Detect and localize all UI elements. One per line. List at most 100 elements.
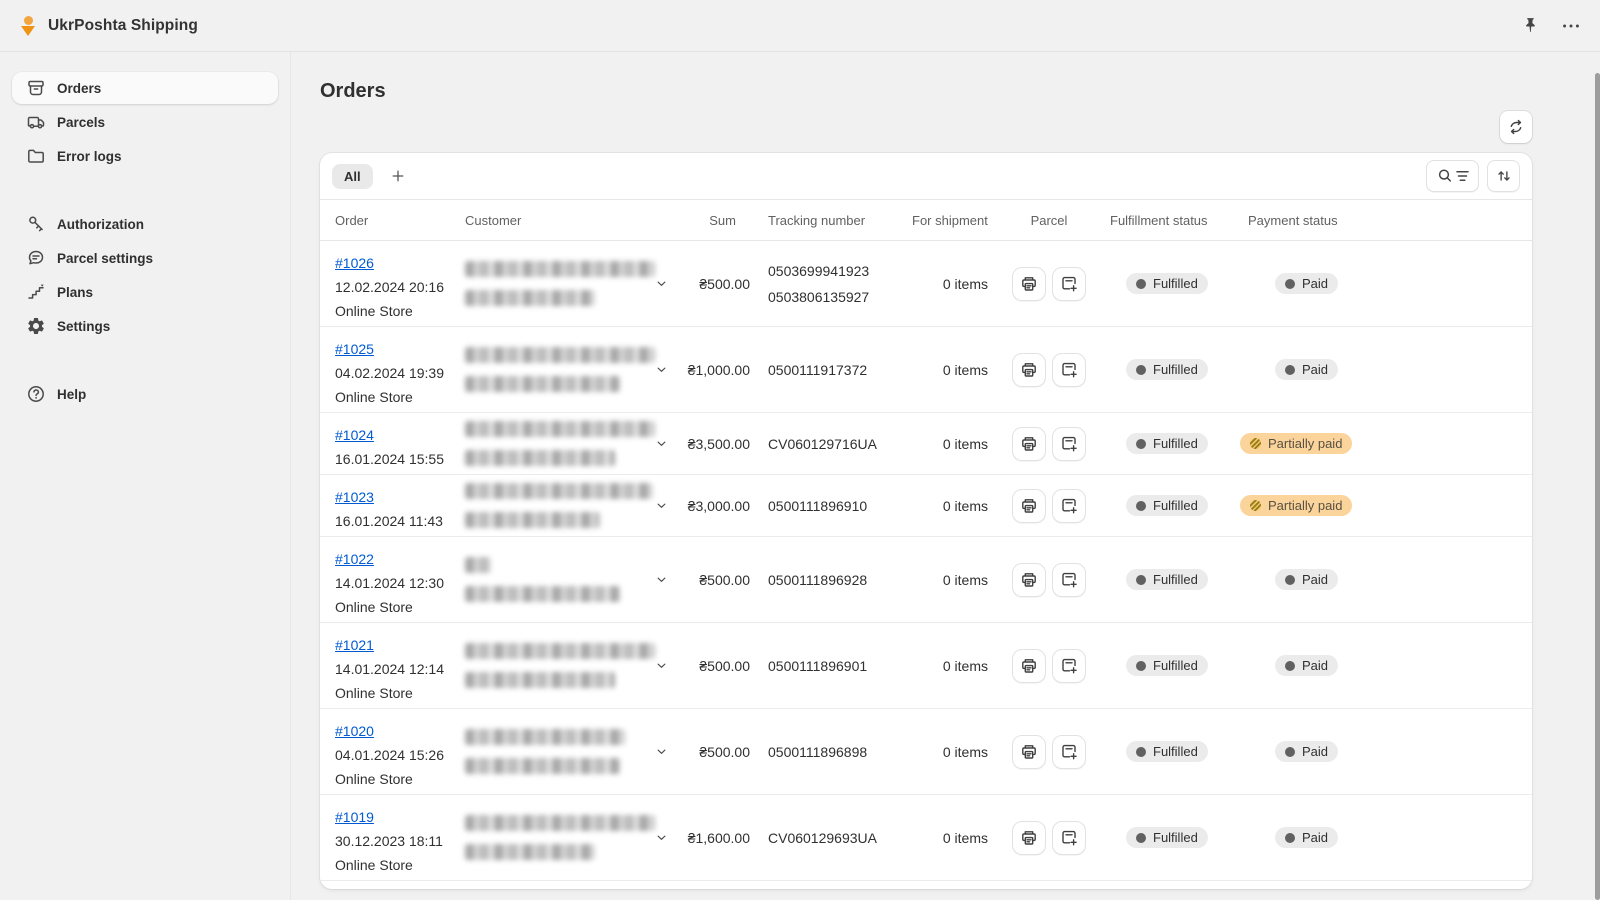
- printer-icon: [1019, 656, 1039, 676]
- order-channel: Online Store: [335, 299, 465, 323]
- order-number-link[interactable]: #1025: [335, 341, 374, 357]
- sidebar-item-authorization[interactable]: Authorization: [12, 208, 278, 240]
- sidebar-item-label: Authorization: [57, 217, 144, 232]
- topbar: UkrPoshta Shipping: [0, 0, 1600, 52]
- sidebar-item-orders[interactable]: Orders: [12, 72, 278, 104]
- sidebar-item-label: Settings: [57, 319, 110, 334]
- print-label-button[interactable]: [1012, 563, 1046, 597]
- print-label-button[interactable]: [1012, 489, 1046, 523]
- create-parcel-button[interactable]: [1052, 489, 1086, 523]
- column-header-tracking: Tracking number: [750, 213, 912, 228]
- pin-icon[interactable]: [1521, 16, 1540, 35]
- order-number-link[interactable]: #1019: [335, 809, 374, 825]
- print-label-button[interactable]: [1012, 649, 1046, 683]
- create-parcel-button[interactable]: [1052, 353, 1086, 387]
- sum-cell: ₴1,600.00: [675, 830, 750, 846]
- fulfillment-status-label: Fulfilled: [1153, 658, 1198, 673]
- customer-phone-blurred: [465, 758, 620, 774]
- page-scrollbar[interactable]: [1595, 73, 1600, 900]
- order-cell: #1019 30.12.2023 18:11 Online Store: [335, 795, 465, 877]
- add-label-icon: [1059, 828, 1079, 848]
- search-and-filter-button[interactable]: [1426, 160, 1479, 192]
- print-label-button[interactable]: [1012, 427, 1046, 461]
- order-date: 14.01.2024 12:30: [335, 571, 465, 595]
- payment-status-cell: Paid: [1240, 655, 1532, 676]
- order-channel: Online Store: [335, 385, 465, 409]
- page-title: Orders: [320, 80, 1532, 103]
- chevron-down-icon[interactable]: [654, 362, 669, 377]
- print-label-button[interactable]: [1012, 353, 1046, 387]
- sidebar-item-settings[interactable]: Settings: [12, 310, 278, 342]
- for-shipment-cell: 0 items: [912, 658, 988, 674]
- status-dot-icon: [1285, 747, 1295, 757]
- customer-name-blurred: [465, 729, 625, 745]
- table-row: #1019 30.12.2023 18:11 Online Store ₴1,6…: [320, 795, 1532, 881]
- status-dot-icon: [1136, 501, 1146, 511]
- customer-name-blurred: [465, 643, 655, 659]
- fulfillment-status-badge: Fulfilled: [1126, 569, 1208, 590]
- payment-status-badge: Paid: [1275, 741, 1338, 762]
- tracking-number-cell: CV060129716UA: [750, 436, 912, 452]
- order-number-link[interactable]: #1023: [335, 489, 374, 505]
- chevron-down-icon[interactable]: [654, 830, 669, 845]
- status-dot-icon: [1285, 833, 1295, 843]
- order-number-link[interactable]: #1021: [335, 637, 374, 653]
- order-number-link[interactable]: #1022: [335, 551, 374, 567]
- printer-icon: [1019, 434, 1039, 454]
- fulfillment-status-cell: Fulfilled: [1110, 655, 1240, 676]
- sidebar-item-label: Plans: [57, 285, 93, 300]
- tracking-number-cell: 0500111896898: [750, 744, 912, 760]
- customer-name-blurred: [465, 815, 655, 831]
- fulfillment-status-cell: Fulfilled: [1110, 741, 1240, 762]
- tab-all[interactable]: All: [332, 164, 373, 189]
- customer-name-blurred: [465, 557, 491, 573]
- create-parcel-button[interactable]: [1052, 563, 1086, 597]
- create-parcel-button[interactable]: [1052, 267, 1086, 301]
- payment-status-label: Paid: [1302, 658, 1328, 673]
- add-label-icon: [1059, 274, 1079, 294]
- create-parcel-button[interactable]: [1052, 427, 1086, 461]
- customer-phone-blurred: [465, 844, 595, 860]
- add-label-icon: [1059, 496, 1079, 516]
- sum-cell: ₴500.00: [675, 744, 750, 760]
- sidebar-item-label: Parcels: [57, 115, 105, 130]
- payment-status-label: Paid: [1302, 744, 1328, 759]
- sidebar-item-help[interactable]: Help: [12, 378, 278, 410]
- print-label-button[interactable]: [1012, 735, 1046, 769]
- table-row: #1023 16.01.2024 11:43 ₴3,000.00 0500111…: [320, 475, 1532, 537]
- chevron-down-icon[interactable]: [654, 276, 669, 291]
- sidebar-item-parcel-settings[interactable]: Parcel settings: [12, 242, 278, 274]
- order-channel: Online Store: [335, 681, 465, 705]
- status-dot-icon: [1136, 365, 1146, 375]
- fulfillment-status-label: Fulfilled: [1153, 276, 1198, 291]
- sidebar-item-plans[interactable]: Plans: [12, 276, 278, 308]
- printer-icon: [1019, 742, 1039, 762]
- chevron-down-icon[interactable]: [654, 744, 669, 759]
- order-number-link[interactable]: #1026: [335, 255, 374, 271]
- sort-button[interactable]: [1487, 160, 1520, 192]
- table-row: #1020 04.01.2024 15:26 Online Store ₴500…: [320, 709, 1532, 795]
- create-parcel-button[interactable]: [1052, 735, 1086, 769]
- order-number-link[interactable]: #1020: [335, 723, 374, 739]
- add-view-button[interactable]: [385, 163, 411, 189]
- order-channel: Online Store: [335, 595, 465, 619]
- add-label-icon: [1059, 360, 1079, 380]
- chevron-down-icon[interactable]: [654, 498, 669, 513]
- chevron-down-icon[interactable]: [654, 658, 669, 673]
- ellipsis-menu-icon[interactable]: [1560, 15, 1582, 37]
- refresh-button[interactable]: [1500, 111, 1532, 143]
- print-label-button[interactable]: [1012, 821, 1046, 855]
- sidebar-item-parcels[interactable]: Parcels: [12, 106, 278, 138]
- order-date: 12.02.2024 20:16: [335, 275, 465, 299]
- fulfillment-status-label: Fulfilled: [1153, 362, 1198, 377]
- printer-icon: [1019, 570, 1039, 590]
- order-number-link[interactable]: #1024: [335, 427, 374, 443]
- status-dot-icon: [1285, 575, 1295, 585]
- print-label-button[interactable]: [1012, 267, 1046, 301]
- create-parcel-button[interactable]: [1052, 649, 1086, 683]
- gear-icon: [26, 316, 46, 336]
- chevron-down-icon[interactable]: [654, 436, 669, 451]
- chevron-down-icon[interactable]: [654, 572, 669, 587]
- create-parcel-button[interactable]: [1052, 821, 1086, 855]
- sidebar-item-error-logs[interactable]: Error logs: [12, 140, 278, 172]
